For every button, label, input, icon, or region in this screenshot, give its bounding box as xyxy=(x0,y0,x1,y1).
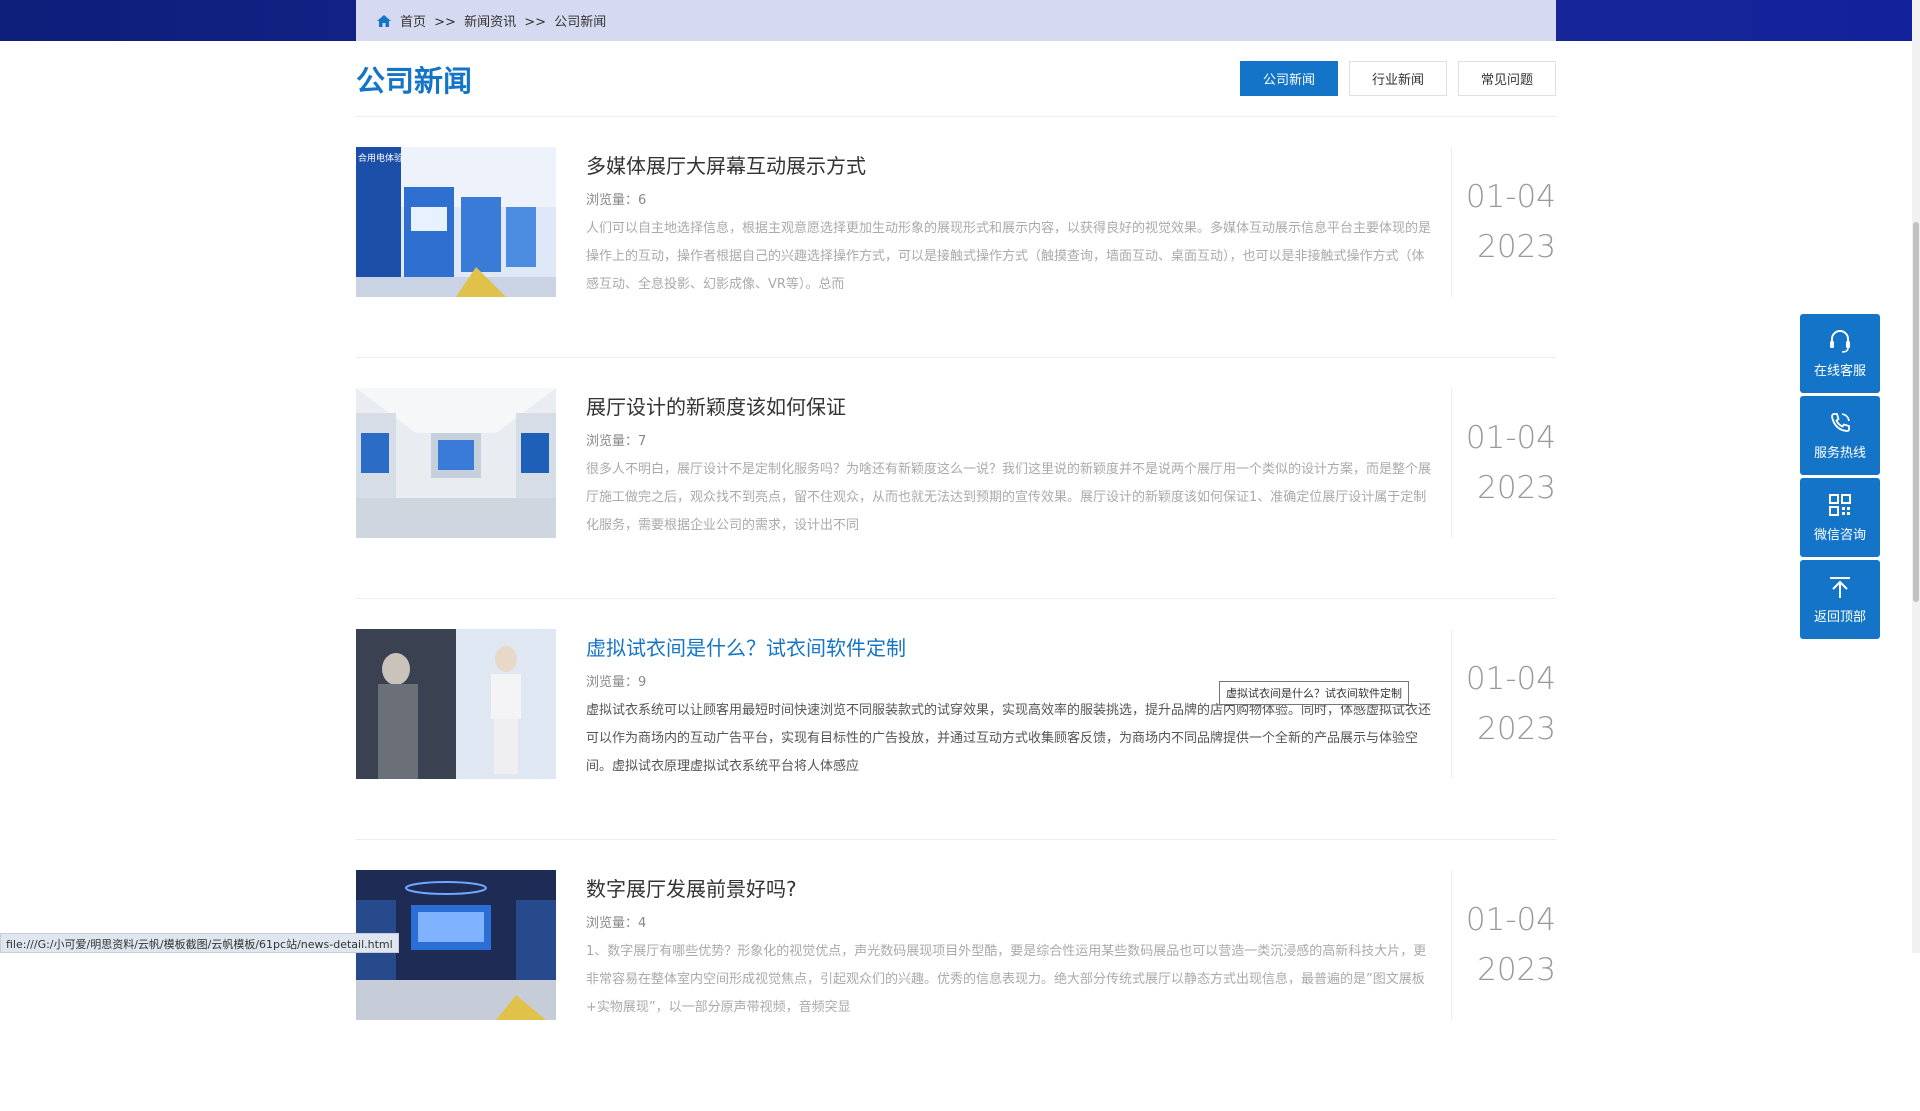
qrcode-icon xyxy=(1827,492,1853,518)
news-title[interactable]: 虚拟试衣间是什么？试衣间软件定制 xyxy=(586,635,1432,661)
news-title[interactable]: 展厅设计的新颖度该如何保证 xyxy=(586,394,1432,420)
news-thumbnail[interactable] xyxy=(356,629,556,779)
thumbnail-label: 合用电体验 xyxy=(358,152,403,164)
news-thumbnail[interactable]: 合用电体验 xyxy=(356,147,556,297)
breadcrumb-news[interactable]: 新闻资讯 xyxy=(464,15,516,30)
news-date: 01-04 2023 xyxy=(1451,629,1556,779)
divider xyxy=(356,116,1556,117)
service-hotline-label: 服务热线 xyxy=(1814,442,1866,461)
back-to-top-button[interactable]: 返回顶部 xyxy=(1800,560,1880,639)
breadcrumb-current[interactable]: 公司新闻 xyxy=(554,15,606,30)
breadcrumb-home[interactable]: 首页 xyxy=(400,15,426,30)
date-month-day: 01-04 xyxy=(1466,413,1556,463)
date-year: 2023 xyxy=(1477,463,1556,513)
news-date: 01-04 2023 xyxy=(1451,147,1556,297)
news-item[interactable]: 合用电体验 多媒体展厅大屏幕互动展示方式 浏览量：6 人们可以自主地选择信息，根… xyxy=(356,147,1556,358)
breadcrumb-separator: >> xyxy=(434,15,456,30)
breadcrumb-separator: >> xyxy=(524,15,546,30)
news-item[interactable]: 虚拟试衣间是什么？试衣间软件定制 浏览量：9 虚拟试衣系统可以让顾客用最短时间快… xyxy=(356,629,1556,840)
date-month-day: 01-04 xyxy=(1466,172,1556,222)
breadcrumb: 首页 >> 新闻资讯 >> 公司新闻 xyxy=(356,0,1556,41)
arrow-up-icon xyxy=(1827,574,1853,600)
back-to-top-label: 返回顶部 xyxy=(1814,606,1866,625)
home-icon[interactable] xyxy=(376,13,392,29)
news-list: 合用电体验 多媒体展厅大屏幕互动展示方式 浏览量：6 人们可以自主地选择信息，根… xyxy=(356,147,1556,1111)
tab-industry-news[interactable]: 行业新闻 xyxy=(1349,61,1447,96)
news-title[interactable]: 数字展厅发展前景好吗? xyxy=(586,876,1432,902)
tab-faq[interactable]: 常见问题 xyxy=(1458,61,1556,96)
phone-icon xyxy=(1827,410,1853,436)
headset-icon xyxy=(1827,328,1853,354)
date-year: 2023 xyxy=(1477,704,1556,754)
news-thumbnail[interactable] xyxy=(356,388,556,538)
date-year: 2023 xyxy=(1477,222,1556,272)
news-date: 01-04 2023 xyxy=(1451,388,1556,538)
news-title[interactable]: 多媒体展厅大屏幕互动展示方式 xyxy=(586,153,1432,179)
status-bar-url: file:///G:/小可爱/明思资料/云帆/模板截图/云帆模板/61pc站/n… xyxy=(0,933,399,953)
news-content: 虚拟试衣间是什么？试衣间软件定制 浏览量：9 虚拟试衣系统可以让顾客用最短时间快… xyxy=(586,629,1432,781)
tooltip: 虚拟试衣间是什么？试衣间软件定制 xyxy=(1219,681,1409,705)
view-count: 浏览量：7 xyxy=(586,430,1432,449)
service-hotline-button[interactable]: 服务热线 xyxy=(1800,396,1880,475)
date-month-day: 01-04 xyxy=(1466,654,1556,704)
news-content: 数字展厅发展前景好吗? 浏览量：4 1、数字展厅有哪些优势？形象化的视觉优点，声… xyxy=(586,870,1432,1022)
page-title: 公司新闻 xyxy=(356,58,472,100)
date-month-day: 01-04 xyxy=(1466,895,1556,945)
news-excerpt: 1、数字展厅有哪些优势？形象化的视觉优点，声光数码展现项目外型酷，要是综合性运用… xyxy=(586,938,1432,1022)
view-count: 浏览量：6 xyxy=(586,189,1432,208)
wechat-consult-button[interactable]: 微信咨询 xyxy=(1800,478,1880,557)
online-service-button[interactable]: 在线客服 xyxy=(1800,314,1880,393)
view-count: 浏览量：4 xyxy=(586,912,1432,931)
tab-company-news[interactable]: 公司新闻 xyxy=(1240,61,1338,96)
wechat-consult-label: 微信咨询 xyxy=(1814,524,1866,543)
news-excerpt: 很多人不明白，展厅设计不是定制化服务吗？为啥还有新颖度这么一说？我们这里说的新颖… xyxy=(586,456,1432,540)
news-excerpt: 虚拟试衣系统可以让顾客用最短时间快速浏览不同服装款式的试穿效果，实现高效率的服装… xyxy=(586,697,1432,781)
scrollbar-thumb[interactable] xyxy=(1913,222,1919,602)
news-excerpt: 人们可以自主地选择信息，根据主观意愿选择更加生动形象的展现形式和展示内容，以获得… xyxy=(586,215,1432,299)
online-service-label: 在线客服 xyxy=(1814,360,1866,379)
scrollbar[interactable] xyxy=(1912,0,1920,953)
news-item[interactable]: 数字展厅发展前景好吗? 浏览量：4 1、数字展厅有哪些优势？形象化的视觉优点，声… xyxy=(356,870,1556,1081)
news-content: 多媒体展厅大屏幕互动展示方式 浏览量：6 人们可以自主地选择信息，根据主观意愿选… xyxy=(586,147,1432,299)
news-item[interactable]: 展厅设计的新颖度该如何保证 浏览量：7 很多人不明白，展厅设计不是定制化服务吗？… xyxy=(356,388,1556,599)
floating-service-panel: 在线客服 服务热线 微信咨询 返回顶部 xyxy=(1800,314,1880,639)
news-date: 01-04 2023 xyxy=(1451,870,1556,1020)
news-content: 展厅设计的新颖度该如何保证 浏览量：7 很多人不明白，展厅设计不是定制化服务吗？… xyxy=(586,388,1432,540)
category-tabs: 公司新闻 行业新闻 常见问题 xyxy=(1240,61,1556,96)
